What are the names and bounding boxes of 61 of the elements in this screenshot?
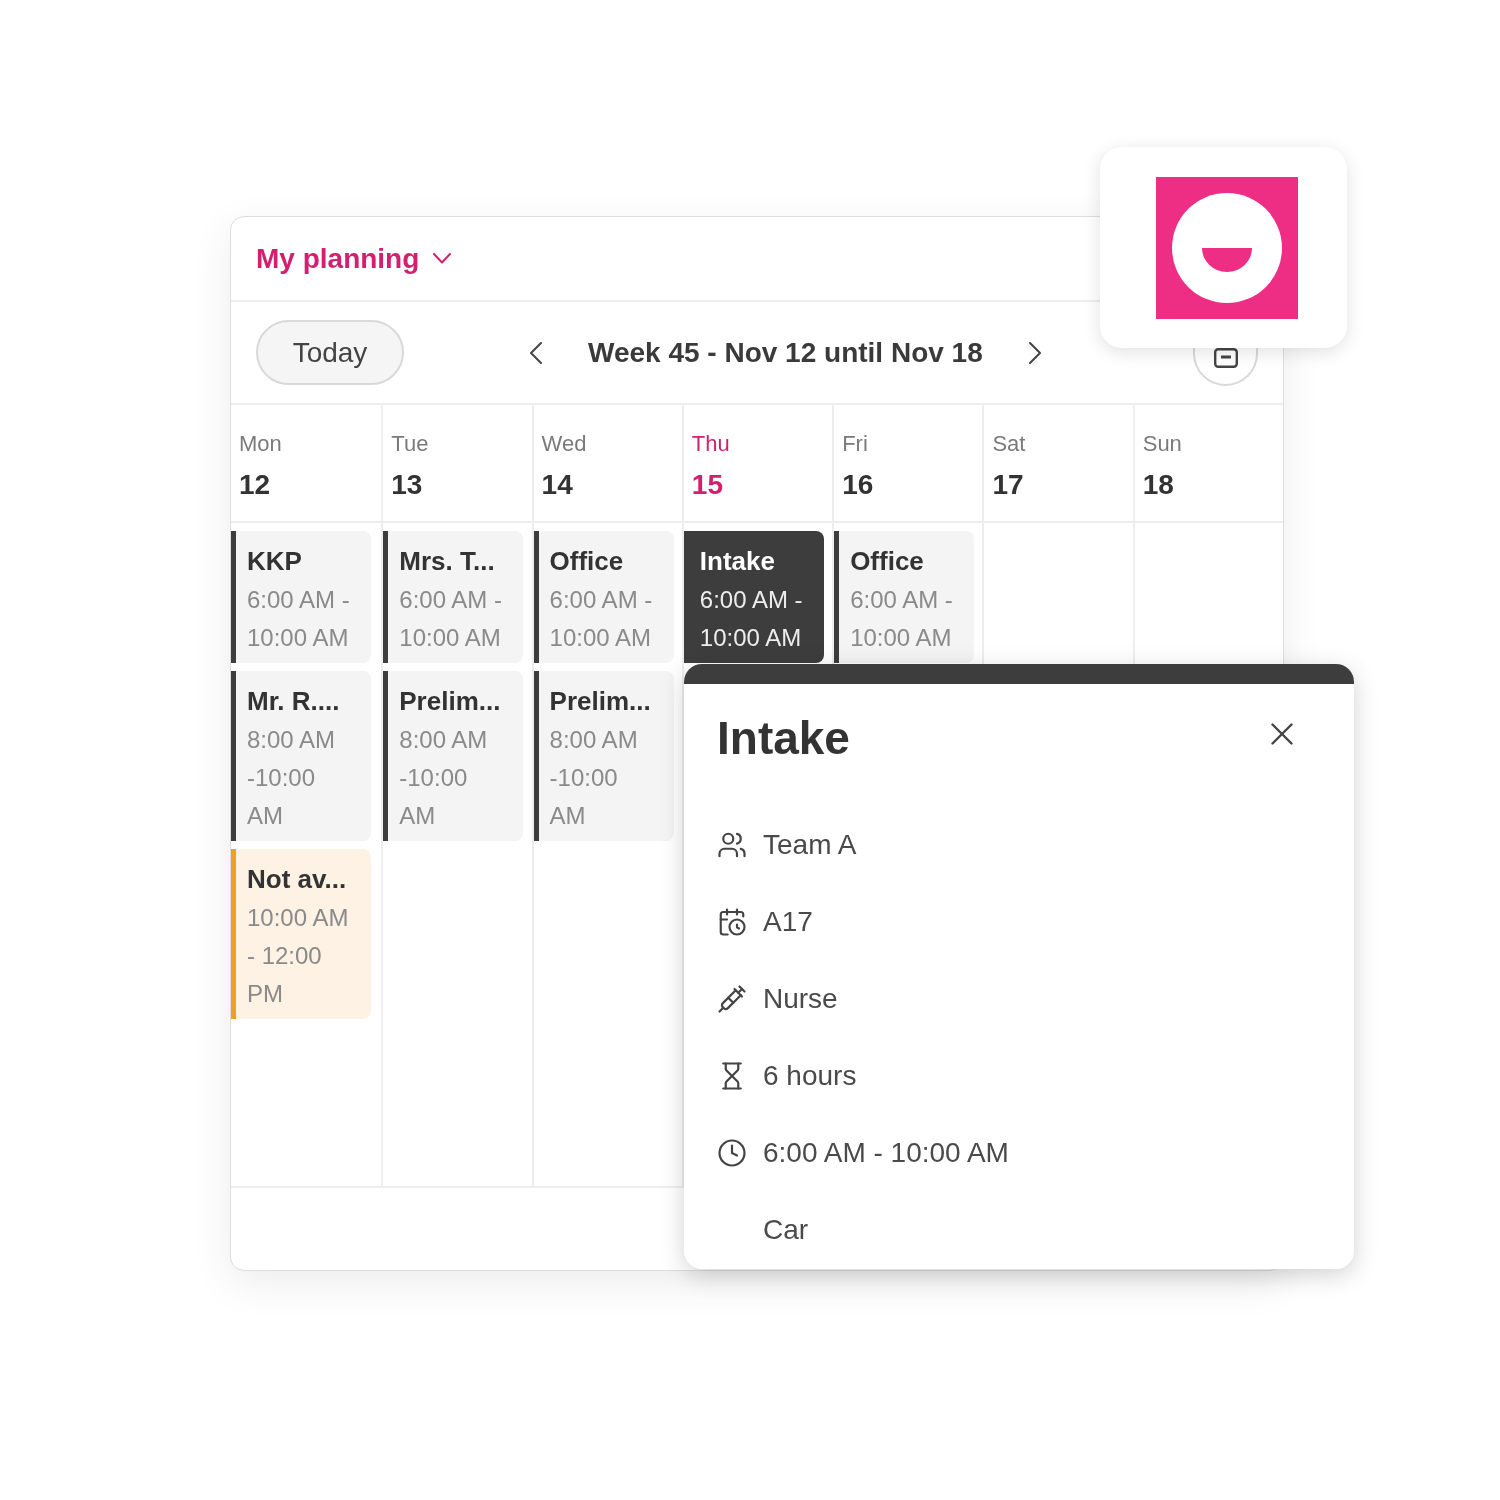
event-time: 6:00 AM - 10:00 AM: [549, 585, 654, 653]
detail-text: 6:00 AM - 10:00 AM: [763, 1135, 1009, 1170]
event-title: Office: [850, 545, 925, 578]
clock-icon: [717, 1137, 747, 1168]
event-title: Not av...: [247, 863, 348, 896]
event-time: 6:00 AM - 10:00 AM: [699, 585, 804, 653]
unavailable-block[interactable]: Not av... 10:00 AM - 12:00 PM: [231, 849, 371, 1019]
day-name: Sun: [1142, 430, 1182, 458]
view-button[interactable]: [1193, 348, 1258, 386]
event-title: Prelim...: [399, 685, 502, 718]
detail-text: A17: [763, 904, 813, 939]
event-time: 6:00 AM - 10:00 AM: [850, 585, 954, 653]
event-time: 8:00 AM -10:00 AM: [549, 725, 639, 831]
event-card[interactable]: Office 6:00 AM - 10:00 AM: [834, 531, 975, 663]
event-card[interactable]: Prelim... 8:00 AM -10:00 AM: [533, 671, 674, 841]
event-title: Prelim...: [549, 685, 652, 718]
event-time: 6:00 AM - 10:00 AM: [399, 585, 503, 653]
day-name: Wed: [541, 430, 587, 458]
day-name: Tue: [391, 430, 429, 458]
event-title: Intake: [699, 545, 776, 578]
calendar-clock-icon: [717, 906, 747, 937]
planning-dropdown[interactable]: My planning: [256, 237, 452, 280]
day-name: Sat: [992, 430, 1026, 458]
event-title: KKP: [247, 545, 303, 578]
event-title: Office: [549, 545, 625, 578]
event-title: Mr. R....: [247, 685, 341, 718]
event-time: 8:00 AM -10:00 AM: [247, 725, 337, 831]
event-card[interactable]: Mr. R.... 8:00 AM -10:00 AM: [231, 671, 371, 841]
popup-title: Intake: [717, 711, 850, 766]
today-button[interactable]: Today: [256, 320, 404, 385]
event-time: 6:00 AM - 10:00 AM: [247, 585, 351, 653]
detail-text: Nurse: [763, 981, 838, 1016]
detail-text: Team A: [763, 827, 857, 862]
syringe-icon: [717, 983, 747, 1014]
event-card[interactable]: Mrs. T... 6:00 AM - 10:00 AM: [383, 531, 524, 663]
minus-square-icon: [1213, 348, 1238, 368]
day-name: Thu: [691, 430, 730, 458]
day-number: 17: [992, 468, 1024, 502]
day-name: Fri: [842, 430, 868, 458]
event-title: Mrs. T...: [399, 545, 496, 578]
close-icon: [1271, 723, 1293, 745]
day-number: 16: [842, 468, 874, 502]
smiley-logo-icon: [1156, 177, 1298, 319]
day-number: 18: [1142, 468, 1174, 502]
day-name: Mon: [239, 430, 282, 458]
chevron-left-icon: [530, 341, 542, 364]
event-card[interactable]: Office 6:00 AM - 10:00 AM: [533, 531, 674, 663]
detail-text: 6 hours: [763, 1058, 857, 1093]
day-number: 12: [239, 468, 271, 502]
event-time: 8:00 AM -10:00 AM: [399, 725, 489, 831]
event-card[interactable]: Intake 6:00 AM - 10:00 AM: [683, 531, 824, 663]
event-time: 10:00 AM - 12:00 PM: [247, 903, 350, 1009]
day-number: 14: [541, 468, 573, 502]
day-number: 15: [691, 468, 723, 502]
detail-text: Car: [763, 1212, 809, 1247]
chevron-down-icon: [433, 253, 452, 264]
event-card[interactable]: KKP 6:00 AM - 10:00 AM: [231, 531, 371, 663]
event-card[interactable]: Prelim... 8:00 AM -10:00 AM: [383, 671, 524, 841]
day-number: 13: [391, 468, 423, 502]
chevron-right-icon: [1028, 341, 1041, 364]
week-label: Week 45 - Nov 12 until Nov 18: [588, 335, 983, 370]
